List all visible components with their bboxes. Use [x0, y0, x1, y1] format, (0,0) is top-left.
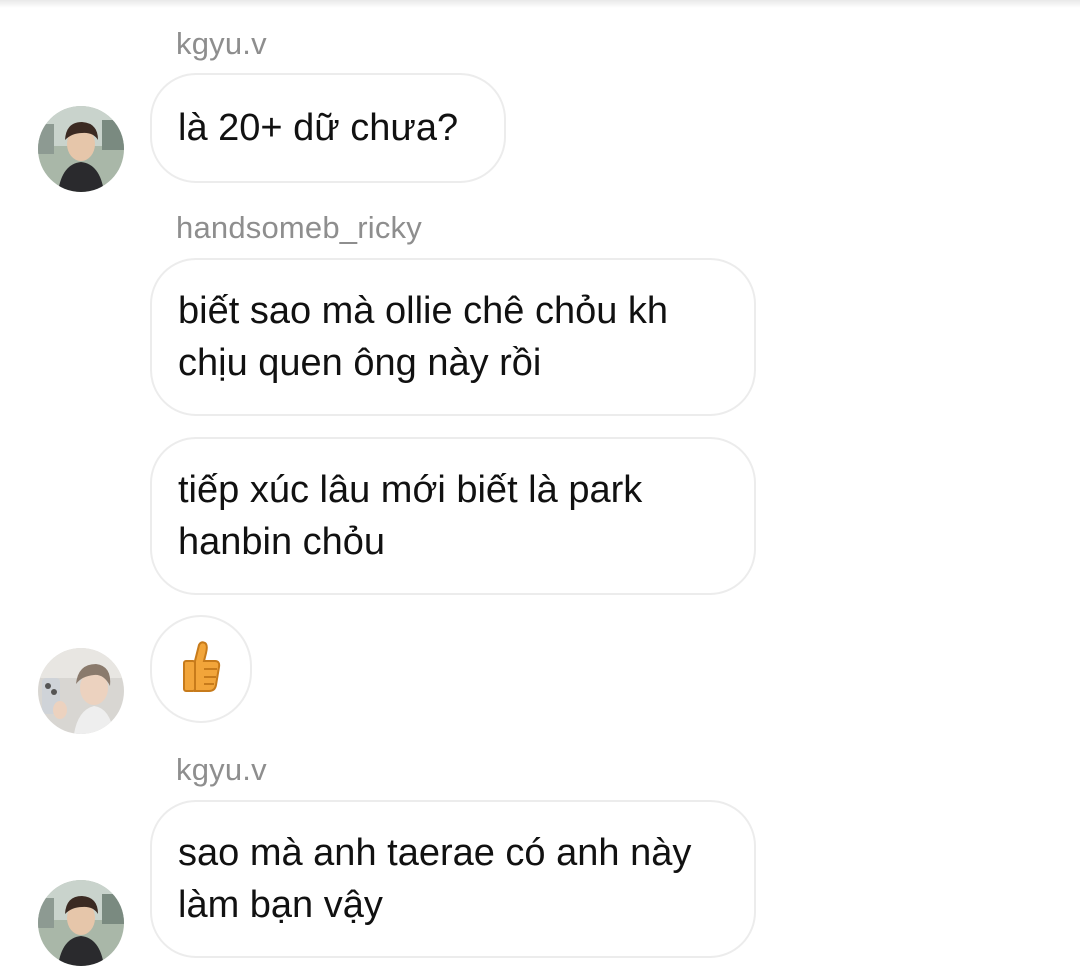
avatar-kgyu[interactable] [38, 106, 124, 192]
sender-name[interactable]: handsomeb_ricky [176, 210, 422, 246]
message-bubble[interactable]: là 20+ dữ chưa? [150, 73, 506, 183]
thumbs-up-icon [181, 640, 221, 698]
avatar-handsomeb[interactable] [38, 648, 124, 734]
sender-name[interactable]: kgyu.v [176, 752, 267, 788]
top-divider [0, 0, 1080, 8]
reaction-bubble[interactable] [150, 615, 252, 723]
message-bubble[interactable]: tiếp xúc lâu mới biết là park hanbin chỏ… [150, 437, 756, 595]
message-text: tiếp xúc lâu mới biết là park hanbin chỏ… [178, 469, 643, 563]
message-text: là 20+ dữ chưa? [178, 107, 459, 149]
message-text: sao mà anh taerae có anh này làm bạn vậy [178, 832, 692, 926]
message-bubble[interactable]: biết sao mà ollie chê chỏu kh chịu quen … [150, 258, 756, 416]
sender-name[interactable]: kgyu.v [176, 26, 267, 62]
message-text: biết sao mà ollie chê chỏu kh chịu quen … [178, 290, 669, 384]
chat-thread: kgyu.v là 20+ dữ chưa? handsomeb_ricky b… [0, 0, 1080, 976]
message-bubble[interactable]: sao mà anh taerae có anh này làm bạn vậy [150, 800, 756, 958]
avatar-kgyu[interactable] [38, 880, 124, 966]
